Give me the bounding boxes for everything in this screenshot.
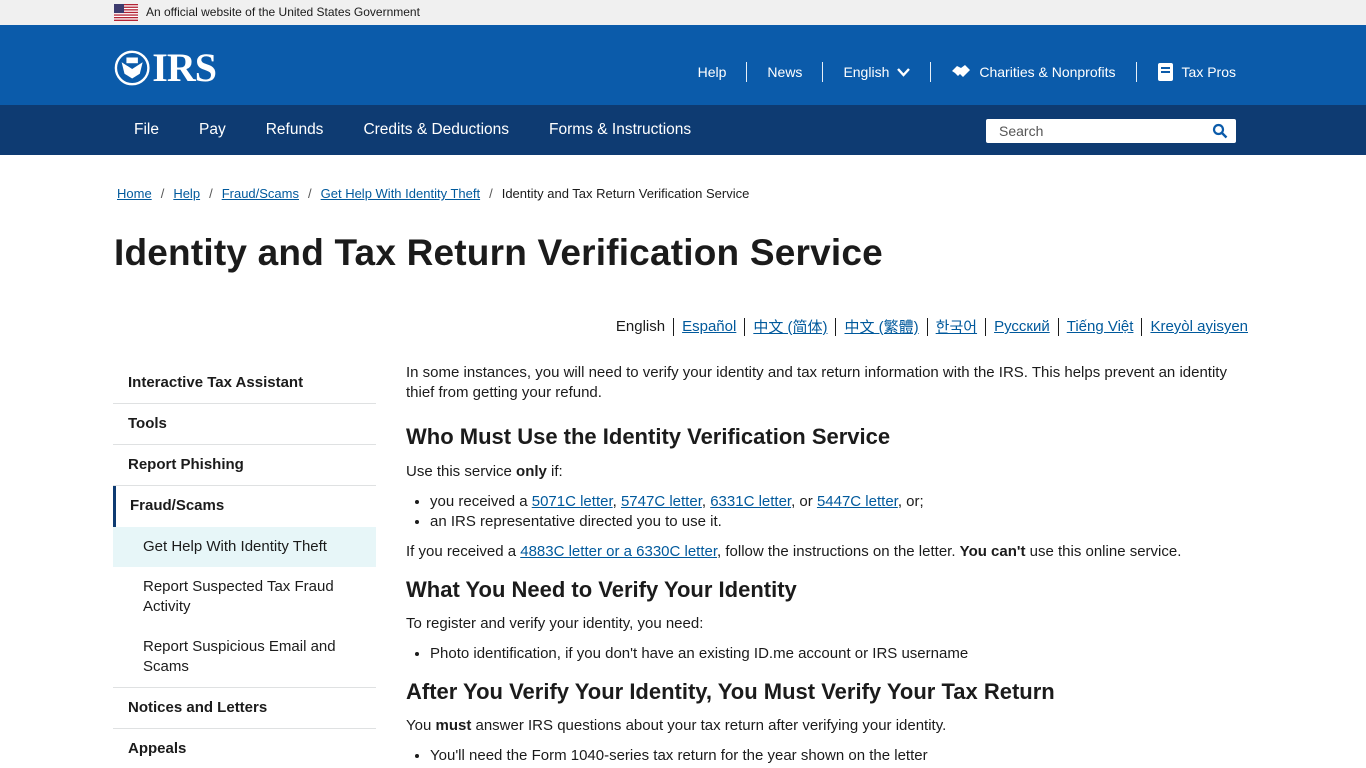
- search-input[interactable]: [986, 120, 1206, 142]
- sidebar-item-interactive-tax-assistant[interactable]: Interactive Tax Assistant: [113, 363, 376, 404]
- breadcrumb-home[interactable]: Home: [117, 186, 152, 201]
- list-item: you received a 5071C letter, 5747C lette…: [430, 492, 1251, 512]
- tax-pros-link[interactable]: Tax Pros: [1137, 62, 1236, 82]
- nav-credits-deductions[interactable]: Credits & Deductions: [343, 121, 529, 139]
- sidebar-item-tools[interactable]: Tools: [113, 404, 376, 445]
- nav-pay[interactable]: Pay: [179, 121, 246, 139]
- letter-6331c-link[interactable]: 6331C letter: [710, 493, 791, 510]
- sidebar-sub-identity-theft[interactable]: Get Help With Identity Theft: [113, 527, 376, 567]
- sidebar-sub-report-tax-fraud[interactable]: Report Suspected Tax Fraud Activity: [113, 567, 376, 627]
- page-title: Identity and Tax Return Verification Ser…: [114, 232, 883, 273]
- register-text: To register and verify your identity, yo…: [406, 615, 704, 632]
- lang-vietnamese[interactable]: Tiếng Việt: [1059, 318, 1142, 335]
- nav-refunds[interactable]: Refunds: [246, 121, 344, 139]
- lang-chinese-simplified[interactable]: 中文 (简体): [745, 316, 835, 337]
- utility-nav: Help News English Charities & Nonprofits…: [678, 62, 1236, 82]
- sidebar-item-notices-letters[interactable]: Notices and Letters: [113, 688, 376, 729]
- news-link[interactable]: News: [747, 64, 822, 80]
- charities-nonprofits-link[interactable]: Charities & Nonprofits: [931, 63, 1135, 81]
- sidebar-nav: Interactive Tax Assistant Tools Report P…: [113, 363, 376, 768]
- utility-divider: [930, 62, 932, 82]
- breadcrumb: Home / Help / Fraud/Scams / Get Help Wit…: [117, 186, 749, 201]
- lang-english: English: [615, 318, 666, 335]
- section-heading-after-verify: After You Verify Your Identity, You Must…: [406, 679, 1055, 704]
- must-answer-text: You must answer IRS questions about your…: [406, 717, 947, 734]
- breadcrumb-identity-theft[interactable]: Get Help With Identity Theft: [321, 186, 480, 201]
- chevron-down-icon: [897, 67, 911, 77]
- site-header: IRS Help News English Charities & Nonpro…: [0, 25, 1366, 105]
- letter-4883c-6330c-link[interactable]: 4883C letter or a 6330C letter: [520, 543, 717, 560]
- nav-file[interactable]: File: [114, 121, 179, 139]
- list-item: You'll need the Form 1040-series tax ret…: [430, 746, 1251, 766]
- lang-haitian-creole[interactable]: Kreyòl ayisyen: [1142, 318, 1248, 335]
- breadcrumb-separator: /: [489, 186, 493, 201]
- section-heading-what-you-need: What You Need to Verify Your Identity: [406, 577, 797, 602]
- breadcrumb-separator: /: [160, 186, 165, 201]
- nav-forms-instructions[interactable]: Forms & Instructions: [529, 121, 711, 139]
- letters-list: you received a 5071C letter, 5747C lette…: [406, 492, 1251, 532]
- use-service-text: Use this service only if:: [406, 463, 563, 480]
- lang-korean[interactable]: 한국어: [928, 316, 985, 337]
- utility-divider: [1135, 62, 1137, 82]
- section-heading-who-must-use: Who Must Use the Identity Verification S…: [406, 424, 891, 449]
- letter-5447c-link[interactable]: 5447C letter: [817, 493, 898, 510]
- breadcrumb-fraud-scams[interactable]: Fraud/Scams: [222, 186, 299, 201]
- list-item: an IRS representative directed you to us…: [430, 512, 1251, 532]
- help-link[interactable]: Help: [678, 64, 747, 80]
- intro-paragraph: In some instances, you will need to veri…: [406, 364, 1227, 401]
- gov-banner-text: An official website of the United States…: [146, 5, 420, 19]
- book-icon: [1157, 63, 1173, 81]
- sidebar-sub-suspicious-email[interactable]: Report Suspicious Email and Scams: [113, 627, 376, 688]
- tax-return-list: You'll need the Form 1040-series tax ret…: [406, 746, 1251, 766]
- lang-chinese-traditional[interactable]: 中文 (繁體): [836, 316, 926, 337]
- utility-divider: [746, 62, 748, 82]
- language-dropdown[interactable]: English: [823, 64, 930, 80]
- utility-divider: [822, 62, 824, 82]
- irs-logo[interactable]: IRS: [114, 45, 217, 90]
- letter-5747c-link[interactable]: 5747C letter: [621, 493, 702, 510]
- gov-banner: An official website of the United States…: [0, 0, 1366, 25]
- main-nav: File Pay Refunds Credits & Deductions Fo…: [0, 105, 1366, 155]
- breadcrumb-separator: /: [308, 186, 312, 201]
- sidebar-item-appeals[interactable]: Appeals: [113, 729, 376, 768]
- search-icon[interactable]: [1212, 123, 1228, 139]
- breadcrumb-help[interactable]: Help: [173, 186, 200, 201]
- sidebar-item-report-phishing[interactable]: Report Phishing: [113, 445, 376, 486]
- letter-5071c-link[interactable]: 5071C letter: [532, 493, 613, 510]
- handshake-icon: [952, 65, 971, 77]
- language-bar: English Español 中文 (简体) 中文 (繁體) 한국어 Русс…: [608, 316, 1248, 337]
- other-letters-text: If you received a 4883C letter or a 6330…: [406, 543, 1182, 560]
- search-box: [986, 119, 1236, 143]
- requirements-list: Photo identification, if you don't have …: [406, 644, 1251, 664]
- eagle-icon: [114, 50, 150, 86]
- breadcrumb-current: Identity and Tax Return Verification Ser…: [501, 186, 750, 201]
- sidebar-item-fraud-scams[interactable]: Fraud/Scams: [113, 486, 376, 527]
- us-flag-icon: [114, 4, 138, 21]
- main-content: In some instances, you will need to veri…: [406, 363, 1251, 766]
- lang-spanish[interactable]: Español: [674, 318, 744, 335]
- lang-russian[interactable]: Русский: [986, 318, 1058, 335]
- logo-text: IRS: [152, 45, 217, 90]
- list-item: Photo identification, if you don't have …: [430, 644, 1251, 664]
- breadcrumb-separator: /: [209, 186, 213, 201]
